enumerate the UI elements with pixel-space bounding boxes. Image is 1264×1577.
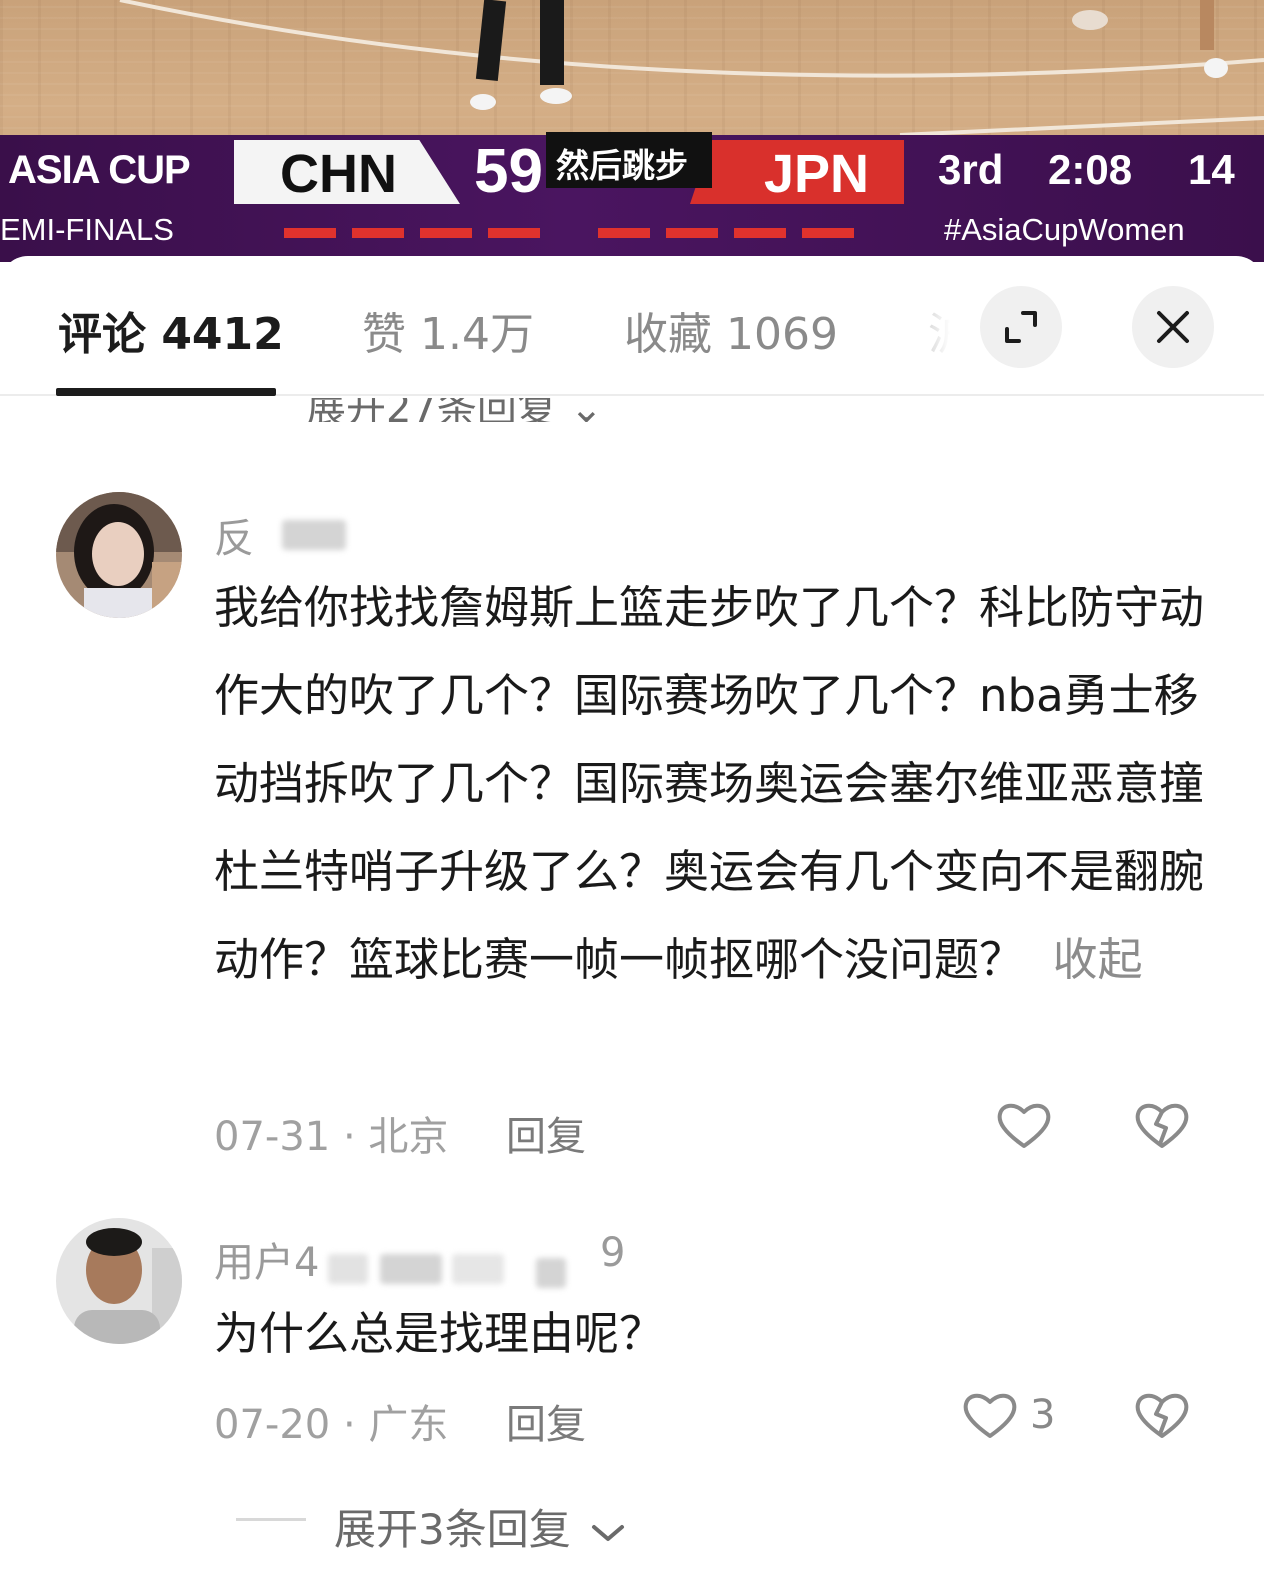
username-redaction (536, 1258, 566, 1288)
team-foul-marker (284, 228, 336, 238)
video-player[interactable]: ASIA CUP EMI-FINALS CHN 59 JPN 然后跳步 3rd … (0, 0, 1264, 262)
game-quarter: 3rd (938, 146, 1004, 193)
team-foul-marker (802, 228, 854, 238)
tab-favorites[interactable]: 收藏 1069 (624, 298, 838, 362)
expand-button[interactable] (980, 286, 1062, 368)
game-clock: 2:08 (1048, 146, 1133, 193)
avatar[interactable] (56, 492, 182, 618)
tab-comments[interactable]: 评论 4412 (58, 298, 284, 362)
team-foul-marker (734, 228, 786, 238)
comment-text: 我给你找找詹姆斯上篮走步吹了几个？科比防守动作大的吹了几个？国际赛场吹了几个？n… (214, 581, 1205, 986)
court-markings (119, 0, 1264, 137)
username-redaction (452, 1254, 504, 1284)
comments-sheet: 评论 4412 赞 1.4万 收藏 1069 沪 展开27条回复 ⌄ (0, 256, 1264, 1577)
tab-bar: 评论 4412 赞 1.4万 收藏 1069 沪 (0, 256, 1264, 396)
comment-body: 为什么总是找理由呢？ (214, 1307, 665, 1360)
tab-active-indicator (56, 388, 276, 396)
like-button[interactable] (960, 1386, 1020, 1446)
event-round: EMI-FINALS (0, 212, 174, 247)
comment-username[interactable]: 反 (214, 506, 254, 564)
clipped-row: 展开27条回复 ⌄ (0, 398, 1264, 422)
team-foul-marker (598, 228, 650, 238)
chevron-down-icon: ⌄ (569, 398, 604, 422)
dislike-button[interactable] (1132, 1386, 1192, 1446)
reply-button[interactable]: 回复 (506, 1104, 586, 1162)
comment-username[interactable]: 用户4 (214, 1230, 319, 1288)
event-name: ASIA CUP (8, 148, 191, 192)
tab-fade (880, 276, 980, 376)
expand-replies-label: 展开3条回复 (334, 1505, 571, 1554)
avatar[interactable] (56, 1218, 182, 1344)
username-redaction (328, 1254, 368, 1284)
dislike-button[interactable] (1132, 1096, 1192, 1156)
team-foul-marker (488, 228, 540, 238)
comment-date-location: 07-20 · 广东 (214, 1402, 449, 1448)
broken-heart-icon (1135, 1103, 1189, 1148)
user-avatar-image (56, 492, 182, 618)
reply-button[interactable]: 回复 (506, 1392, 586, 1450)
comment-body: 我给你找找詹姆斯上篮走步吹了几个？科比防守动作大的吹了几个？国际赛场吹了几个？n… (214, 564, 1214, 1004)
username-redaction (282, 520, 346, 550)
user-avatar-image (56, 1218, 182, 1344)
broken-heart-icon (1135, 1393, 1189, 1438)
username-redaction (380, 1254, 442, 1284)
close-button[interactable] (1132, 286, 1214, 368)
heart-icon (963, 1393, 1017, 1438)
video-subtitle: 然后跳步 (556, 146, 688, 185)
home-team-name: CHN (280, 144, 397, 204)
shot-clock: 14 (1188, 146, 1235, 193)
team-foul-marker (420, 228, 472, 238)
event-hashtag: #AsiaCupWomen (944, 212, 1185, 247)
like-count: 3 (1030, 1392, 1056, 1438)
away-team-name: JPN (764, 144, 870, 204)
expand-replies-label: 展开27条回复 (306, 398, 557, 422)
tab-likes[interactable]: 赞 1.4万 (362, 298, 534, 362)
expand-icon (1005, 311, 1037, 343)
comment-username-suffix: 9 (600, 1230, 626, 1276)
comment-date-location: 07-31 · 北京 (214, 1114, 449, 1160)
expand-replies-button[interactable]: 展开3条回复 (334, 1496, 626, 1557)
like-button[interactable] (994, 1096, 1054, 1156)
collapse-link[interactable]: 收起 (1024, 933, 1143, 986)
expand-replies-button[interactable]: 展开27条回复 ⌄ (306, 398, 603, 422)
close-icon (1157, 311, 1189, 343)
team-foul-marker (666, 228, 718, 238)
home-team-score: 59 (474, 137, 543, 206)
chevron-down-icon (592, 1524, 625, 1541)
team-foul-marker (352, 228, 404, 238)
heart-icon (997, 1103, 1051, 1148)
collapse-label: 收起 (1052, 933, 1143, 986)
divider-line (236, 1518, 306, 1521)
